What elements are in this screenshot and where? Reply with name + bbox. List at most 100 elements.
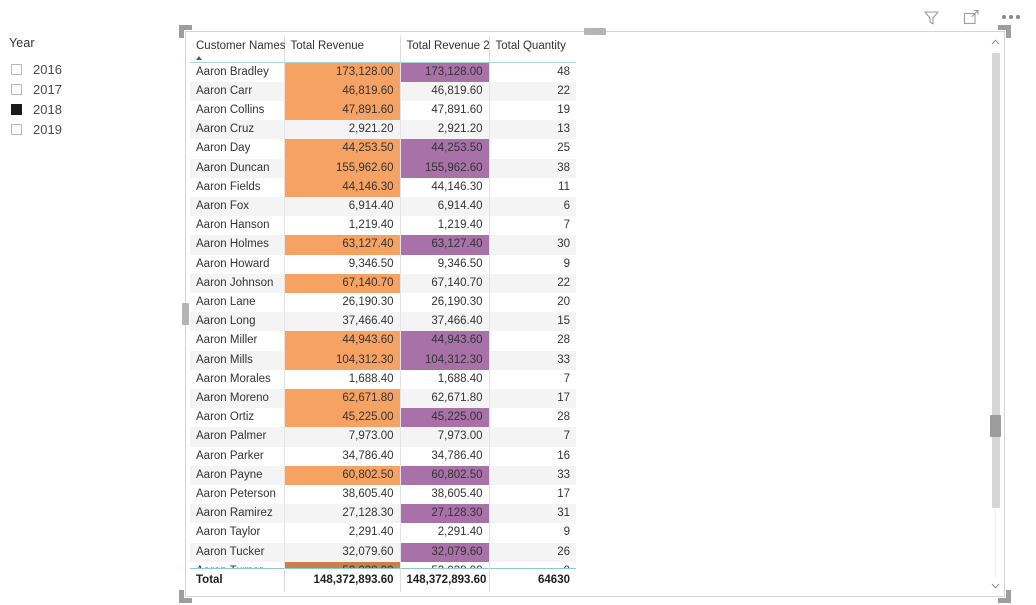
resize-handle-bottom-left[interactable] <box>179 590 192 603</box>
cell-total-revenue[interactable]: 44,146.30 <box>284 177 401 197</box>
cell-total-revenue-2[interactable]: 27,128.30 <box>400 504 490 524</box>
cell-total-revenue-2[interactable]: 37,466.40 <box>400 312 490 332</box>
table-row[interactable]: Aaron Tucker 32,079.60 32,079.60 26 <box>190 542 576 562</box>
cell-total-revenue-2[interactable]: 2,291.40 <box>400 523 490 543</box>
cell-total-quantity[interactable]: 22 <box>489 273 576 293</box>
scrollbar-position-marker[interactable] <box>990 415 1001 437</box>
cell-total-revenue-2[interactable]: 67,140.70 <box>400 273 490 293</box>
cell-customer-name[interactable]: Aaron Cruz <box>190 120 285 140</box>
table-row[interactable]: Aaron Fields 44,146.30 44,146.30 11 <box>190 177 576 197</box>
table-row[interactable]: Aaron Ramirez 27,128.30 27,128.30 31 <box>190 504 576 524</box>
cell-total-revenue[interactable]: 44,253.50 <box>284 139 401 159</box>
table-row[interactable]: Aaron Bradley 173,128.00 173,128.00 48 <box>190 62 576 82</box>
cell-customer-name[interactable]: Aaron Collins <box>190 100 285 121</box>
cell-customer-name[interactable]: Aaron Carr <box>190 81 285 101</box>
cell-total-revenue-2[interactable]: 34,786.40 <box>400 446 490 466</box>
cell-customer-name[interactable]: Aaron Miller <box>190 331 285 351</box>
cell-total-revenue-2[interactable]: 1,688.40 <box>400 369 490 389</box>
table-row[interactable]: Aaron Johnson 67,140.70 67,140.70 22 <box>190 273 576 293</box>
table-row[interactable]: Aaron Morales 1,688.40 1,688.40 7 <box>190 369 576 389</box>
cell-total-quantity[interactable]: 20 <box>489 292 576 313</box>
cell-total-quantity[interactable]: 30 <box>489 235 576 255</box>
cell-total-revenue-2[interactable]: 2,921.20 <box>400 120 490 140</box>
cell-total-quantity[interactable]: 7 <box>489 216 576 236</box>
cell-total-quantity[interactable]: 15 <box>489 312 576 332</box>
table-visual-container[interactable]: Customer Names Total Revenue Total Reven… <box>179 25 1011 603</box>
table-row[interactable]: Aaron Howard 9,346.50 9,346.50 9 <box>190 254 576 274</box>
cell-total-quantity[interactable]: 16 <box>489 446 576 466</box>
table-row[interactable]: Aaron Peterson 38,605.40 38,605.40 17 <box>190 484 576 505</box>
checkbox-icon[interactable] <box>11 123 22 135</box>
cell-total-revenue-2[interactable]: 44,943.60 <box>400 331 490 351</box>
cell-total-revenue[interactable]: 6,914.40 <box>284 196 401 217</box>
resize-handle-top-left[interactable] <box>179 25 192 38</box>
cell-total-quantity[interactable]: 17 <box>489 388 576 409</box>
cell-total-revenue[interactable]: 46,819.60 <box>284 81 401 101</box>
cell-total-quantity[interactable]: 7 <box>489 427 576 447</box>
column-header-total-revenue[interactable]: Total Revenue <box>284 36 401 63</box>
cell-total-revenue[interactable]: 63,127.40 <box>284 235 401 255</box>
table-row[interactable]: Aaron Fox 6,914.40 6,914.40 6 <box>190 196 576 217</box>
focus-mode-icon[interactable] <box>960 6 982 28</box>
checkbox-icon[interactable] <box>11 103 22 115</box>
cell-total-revenue[interactable]: 26,190.30 <box>284 292 401 313</box>
slicer-item-2017[interactable]: 2017 <box>8 79 168 99</box>
cell-customer-name[interactable]: Aaron Ortiz <box>190 408 285 428</box>
cell-customer-name[interactable]: Aaron Morales <box>190 369 285 389</box>
cell-total-quantity[interactable]: 33 <box>489 350 576 370</box>
cell-total-revenue[interactable]: 60,802.50 <box>284 465 401 485</box>
cell-customer-name[interactable]: Aaron Day <box>190 139 285 159</box>
cell-customer-name[interactable]: Aaron Johnson <box>190 273 285 293</box>
cell-customer-name[interactable]: Aaron Moreno <box>190 388 285 409</box>
cell-total-quantity[interactable]: 9 <box>489 523 576 543</box>
table-row[interactable]: Aaron Long 37,466.40 37,466.40 15 <box>190 312 576 332</box>
cell-total-revenue[interactable]: 38,605.40 <box>284 484 401 505</box>
table-row[interactable]: Aaron Hanson 1,219.40 1,219.40 7 <box>190 216 576 236</box>
cell-total-revenue[interactable]: 1,219.40 <box>284 216 401 236</box>
cell-total-revenue-2[interactable]: 155,962.60 <box>400 158 490 178</box>
cell-total-quantity[interactable]: 31 <box>489 504 576 524</box>
cell-total-revenue[interactable]: 32,079.60 <box>284 542 401 562</box>
column-header-customer-names[interactable]: Customer Names <box>190 36 285 63</box>
cell-total-quantity[interactable]: 11 <box>489 177 576 197</box>
cell-customer-name[interactable]: Aaron Lane <box>190 292 285 313</box>
table-row[interactable]: Aaron Holmes 63,127.40 63,127.40 30 <box>190 235 576 255</box>
cell-total-revenue[interactable]: 173,128.00 <box>284 62 401 82</box>
cell-total-revenue-2[interactable]: 7,973.00 <box>400 427 490 447</box>
cell-total-revenue-2[interactable]: 32,079.60 <box>400 542 490 562</box>
cell-total-quantity[interactable]: 26 <box>489 542 576 562</box>
cell-customer-name[interactable]: Aaron Bradley <box>190 62 285 82</box>
resize-handle-top-center[interactable] <box>584 28 606 35</box>
cell-total-revenue[interactable]: 104,312.30 <box>284 350 401 370</box>
cell-total-quantity[interactable]: 17 <box>489 484 576 505</box>
cell-total-revenue-2[interactable]: 38,605.40 <box>400 484 490 505</box>
cell-customer-name[interactable]: Aaron Long <box>190 312 285 332</box>
cell-total-quantity[interactable]: 7 <box>489 369 576 389</box>
cell-customer-name[interactable]: Aaron Holmes <box>190 235 285 255</box>
cell-total-revenue[interactable]: 2,921.20 <box>284 120 401 140</box>
table-row[interactable]: Aaron Ortiz 45,225.00 45,225.00 28 <box>190 408 576 428</box>
slicer-item-2019[interactable]: 2019 <box>8 119 168 139</box>
cell-customer-name[interactable]: Aaron Fields <box>190 177 285 197</box>
scrollbar-thumb[interactable] <box>991 53 1000 508</box>
cell-total-revenue-2[interactable]: 46,819.60 <box>400 81 490 101</box>
table-row[interactable]: Aaron Palmer 7,973.00 7,973.00 7 <box>190 427 576 447</box>
table-row[interactable]: Aaron Cruz 2,921.20 2,921.20 13 <box>190 120 576 140</box>
cell-customer-name[interactable]: Aaron Hanson <box>190 216 285 236</box>
cell-total-quantity[interactable]: 6 <box>489 196 576 217</box>
cell-total-revenue[interactable]: 7,973.00 <box>284 427 401 447</box>
cell-total-quantity[interactable]: 48 <box>489 62 576 82</box>
cell-total-quantity[interactable]: 28 <box>489 408 576 428</box>
table-row[interactable]: Aaron Collins 47,891.60 47,891.60 19 <box>190 100 576 121</box>
cell-total-revenue[interactable]: 47,891.60 <box>284 100 401 121</box>
cell-total-revenue[interactable]: 67,140.70 <box>284 273 401 293</box>
cell-customer-name[interactable]: Aaron Ramirez <box>190 504 285 524</box>
resize-handle-bottom-right[interactable] <box>998 590 1011 603</box>
cell-customer-name[interactable]: Aaron Palmer <box>190 427 285 447</box>
table-row[interactable]: Aaron Mills 104,312.30 104,312.30 33 <box>190 350 576 370</box>
table-grid-scroll-area[interactable]: Customer Names Total Revenue Total Reven… <box>190 36 576 592</box>
cell-total-quantity[interactable]: 19 <box>489 100 576 121</box>
cell-total-revenue-2[interactable]: 62,671.80 <box>400 388 490 409</box>
table-row[interactable]: Aaron Payne 60,802.50 60,802.50 33 <box>190 465 576 485</box>
table-row[interactable]: Aaron Moreno 62,671.80 62,671.80 17 <box>190 388 576 409</box>
